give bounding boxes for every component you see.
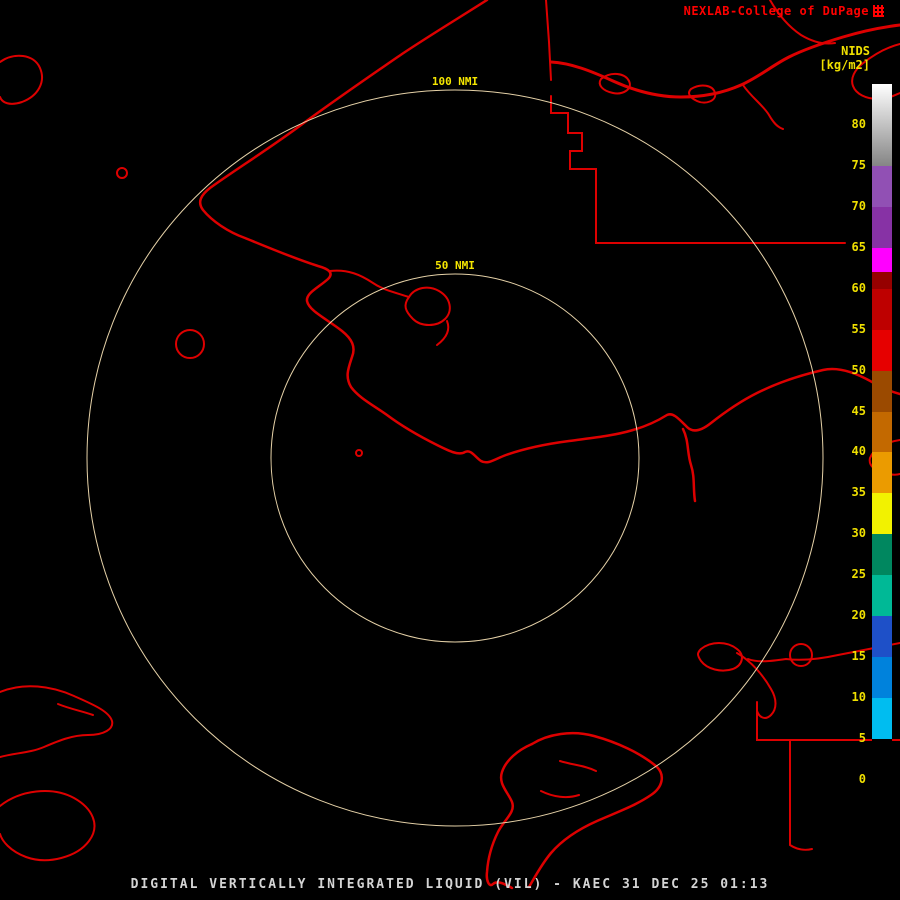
colorbar-tick-5: 5 (858, 731, 866, 746)
colorbar-segment-75-85 (872, 84, 892, 166)
colorbar-segment-0-5 (872, 739, 892, 780)
colorbar-segment-35-40 (872, 452, 892, 494)
colorbar-tick-labels: 80 75 70 65 60 55 50 45 40 35 30 25 20 15 10 5 0 (826, 84, 866, 786)
colorbar-tick-45: 45 (851, 403, 866, 418)
map-outline-path (789, 643, 814, 667)
colorbar-tick-60: 60 (851, 280, 866, 295)
map-outline-path (545, 0, 552, 81)
colorbar-segment-70-75 (872, 165, 892, 207)
colorbar-segment-25-30 (872, 534, 892, 576)
radar-display: NEXLAB-College of DuPage NIDS [kg/m2] 80… (0, 0, 900, 900)
colorbar-tick-25: 25 (851, 567, 866, 582)
map-outline-path (404, 286, 451, 326)
colorbar-tick-50: 50 (851, 362, 866, 377)
colorbar-tick-15: 15 (851, 649, 866, 664)
map-outline-path (789, 739, 813, 851)
colorbar-tick-30: 30 (851, 526, 866, 541)
map-outline-path (540, 760, 597, 799)
range-ring-label: 50 NMI (432, 259, 478, 272)
map-outline-path (598, 73, 631, 95)
map-outline-path (485, 742, 534, 890)
colorbar-tick-20: 20 (851, 608, 866, 623)
range-ring-100-nmi (86, 89, 824, 827)
colorbar-segment-45-50 (872, 370, 892, 412)
range-ring-50-nmi (270, 273, 640, 643)
colorbar-tick-70: 70 (851, 198, 866, 213)
map-outlines (0, 0, 900, 890)
colorbar-tick-0: 0 (858, 772, 866, 786)
colorbar-tick-40: 40 (851, 444, 866, 459)
map-outline-path (697, 642, 743, 672)
range-ring-label: 100 NMI (428, 75, 482, 88)
brand-label: NEXLAB-College of DuPage (683, 4, 869, 18)
colorbar-segment-20-25 (872, 575, 892, 617)
map-outline-path (0, 54, 43, 105)
brand-text: NEXLAB-College of DuPage (684, 4, 884, 18)
colorbar-segment-50-55 (872, 329, 892, 371)
map-outline-path (742, 84, 784, 130)
colorbar-tick-75: 75 (851, 157, 866, 172)
colorbar-segment-40-45 (872, 411, 892, 453)
colorbar-tick-80: 80 (851, 116, 866, 131)
scale-heading: NIDS (841, 44, 870, 58)
map-outline-path (681, 427, 697, 503)
colorbar-segment-5-10 (872, 698, 892, 740)
scale-units: [kg/m2] (819, 58, 870, 72)
colorbar-tick-65: 65 (851, 239, 866, 254)
colorbar-tick-10: 10 (851, 690, 866, 705)
map-outline-path (0, 790, 96, 862)
colorbar-tick-35: 35 (851, 485, 866, 500)
colorbar-tick-55: 55 (851, 321, 866, 336)
colorbar-segment-60-62 (872, 272, 892, 289)
map-outline-path (436, 320, 450, 346)
product-title: DIGITAL VERTICALLY INTEGRATED LIQUID (VI… (130, 877, 770, 892)
colorbar-segment-10-15 (872, 657, 892, 699)
brand-logo-icon (873, 5, 884, 17)
map-outline-path (355, 449, 364, 457)
radar-map-canvas (0, 0, 900, 890)
map-outline-path (175, 329, 206, 359)
colorbar-segment-55-60 (872, 288, 892, 330)
range-rings (86, 89, 824, 827)
colorbar-segment-65-70 (872, 206, 892, 248)
colorbar-segment-30-35 (872, 493, 892, 535)
colorbar-segment-62-65 (872, 247, 892, 273)
colorbar-segment-15-20 (872, 616, 892, 658)
scale-units-block: NIDS [kg/m2] (819, 44, 870, 72)
colorbar (872, 84, 892, 780)
map-outline-path (527, 731, 664, 889)
map-outline-path (116, 167, 129, 179)
map-outline-path (0, 685, 114, 758)
map-outline-path (57, 703, 94, 716)
